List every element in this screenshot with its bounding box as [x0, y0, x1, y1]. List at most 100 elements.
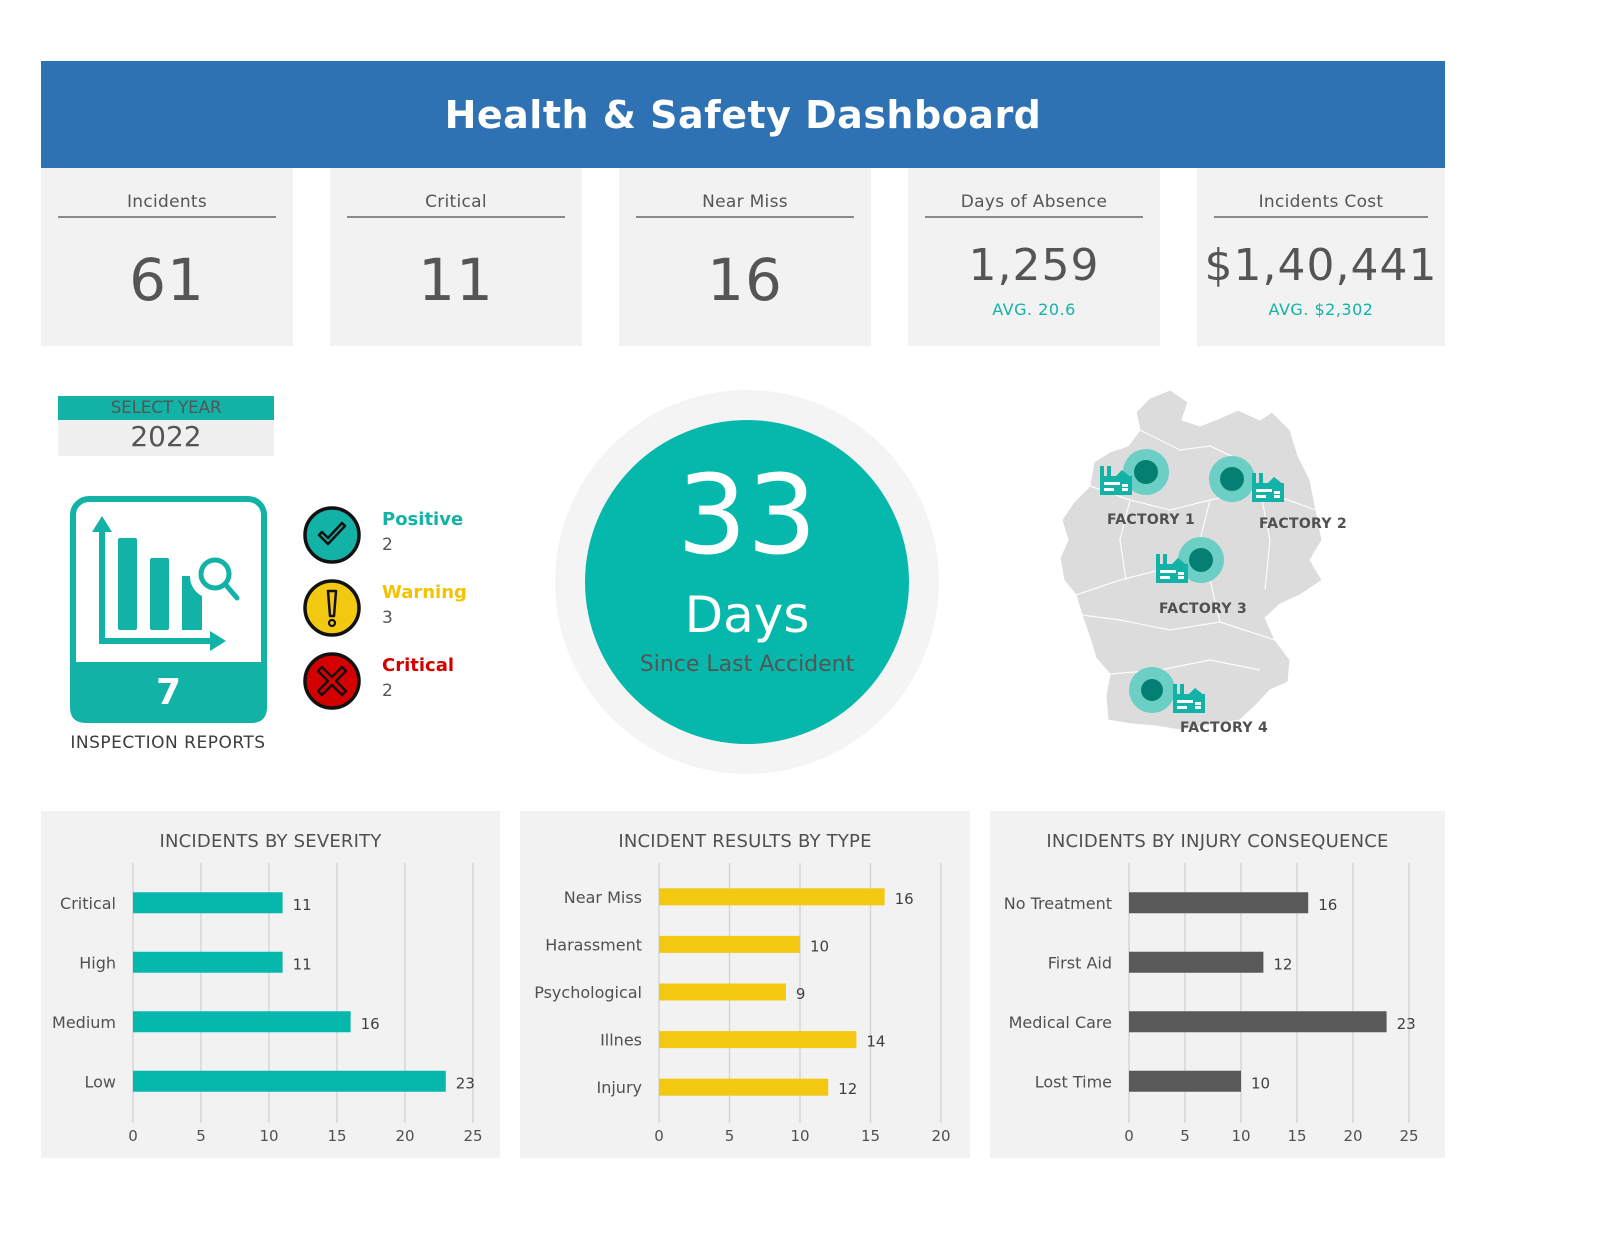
x-tick-label: 0	[1124, 1127, 1134, 1145]
kpi-value: $1,40,441	[1204, 240, 1438, 291]
data-label: 11	[293, 955, 312, 973]
exclamation-circle-icon	[303, 579, 361, 637]
x-tick-label: 10	[1231, 1127, 1250, 1145]
bar	[1129, 1011, 1387, 1033]
kpi-label: Critical	[347, 192, 565, 218]
status-name: Critical	[382, 655, 455, 676]
days-since-caption: Since Last Accident	[639, 652, 855, 677]
data-label: 12	[1273, 955, 1292, 973]
status-name: Warning	[382, 582, 467, 603]
x-tick-label: 20	[1343, 1127, 1362, 1145]
chart-type: 0 5 10 15 20 Near Miss 16 Harassment 10 Psycholog…	[534, 863, 951, 1145]
x-tick-label: 20	[395, 1127, 414, 1145]
x-tick-label: 5	[196, 1127, 206, 1145]
status-name: Positive	[382, 509, 464, 530]
bar	[1129, 1070, 1241, 1092]
chart-severity: 0 5 10 15 20 25 Critical 11 High 11 Medium 16 Low 23	[52, 863, 483, 1145]
category-label: Lost Time	[1035, 1072, 1112, 1091]
category-label: Injury	[597, 1078, 643, 1097]
kpi-card-critical: Critical 11	[330, 168, 582, 346]
inspection-count: 7	[155, 672, 182, 713]
x-tick-label: 10	[259, 1127, 278, 1145]
category-label: Medium	[52, 1013, 116, 1032]
kpi-label: Near Miss	[636, 192, 854, 218]
category-label: Psychological	[534, 983, 642, 1002]
chart-panel-type: INCIDENT RESULTS BY TYPE 0 5 10 15 20 Near Mi…	[520, 811, 970, 1158]
check-circle-icon	[303, 506, 361, 564]
data-label: 16	[1318, 896, 1337, 914]
kpi-label: Incidents	[58, 192, 276, 218]
x-tick-label: 5	[1180, 1127, 1190, 1145]
x-tick-label: 15	[327, 1127, 346, 1145]
x-tick-label: 5	[725, 1127, 735, 1145]
data-label: 11	[293, 896, 312, 914]
inspection-label: INSPECTION REPORTS	[70, 733, 266, 753]
data-label: 9	[796, 985, 806, 1003]
category-label: Illnes	[600, 1031, 642, 1050]
chart-panel-consequence: INCIDENTS BY INJURY CONSEQUENCE 0 5 10 15 20…	[990, 811, 1445, 1158]
data-label: 23	[456, 1074, 475, 1092]
bar	[659, 983, 786, 1001]
data-label: 10	[810, 937, 829, 955]
bar	[133, 951, 283, 973]
dashboard-header: Health & Safety Dashboard	[41, 61, 1445, 168]
chart-consequence: 0 5 10 15 20 25 No Treatment 16 First Aid 12 Medic…	[1004, 863, 1419, 1145]
kpi-card-days-of-absence: Days of Absence 1,259 AVG. 20.6	[908, 168, 1160, 346]
x-tick-label: 15	[1287, 1127, 1306, 1145]
kpi-card-incidents: Incidents 61	[41, 168, 293, 346]
kpi-card-incidents-cost: Incidents Cost $1,40,441 AVG. $2,302	[1197, 168, 1445, 346]
category-label: Critical	[60, 894, 116, 913]
chart-panel-severity: INCIDENTS BY SEVERITY 0 5 10 15 20 25 Critical…	[41, 811, 500, 1158]
x-tick-label: 0	[654, 1127, 664, 1145]
x-tick-label: 15	[861, 1127, 880, 1145]
status-count: 2	[382, 681, 393, 701]
kpi-value: 61	[129, 246, 205, 314]
x-circle-icon	[303, 652, 361, 710]
days-since-unit: Days	[684, 586, 810, 644]
factory-label-2: FACTORY 2	[1259, 516, 1347, 532]
x-tick-label: 0	[128, 1127, 138, 1145]
kpi-label: Incidents Cost	[1214, 192, 1428, 218]
x-tick-label: 20	[931, 1127, 950, 1145]
bar	[1129, 892, 1309, 914]
year-selector[interactable]: SELECT YEAR 2022	[58, 396, 274, 456]
bar	[133, 1011, 351, 1033]
bar	[659, 888, 885, 906]
germany-map	[1060, 390, 1323, 731]
category-label: No Treatment	[1004, 894, 1112, 913]
bar	[133, 1070, 446, 1092]
factory-label-1: FACTORY 1	[1107, 512, 1195, 528]
days-since-number: 33	[677, 451, 817, 579]
category-label: Low	[84, 1072, 116, 1091]
kpi-card-near-miss: Near Miss 16	[619, 168, 871, 346]
category-label: Near Miss	[564, 888, 642, 907]
data-label: 14	[866, 1033, 885, 1051]
bar	[659, 1078, 829, 1096]
year-selector-label: SELECT YEAR	[58, 396, 274, 420]
bar	[659, 1031, 857, 1049]
data-label: 23	[1397, 1015, 1416, 1033]
kpi-value: 16	[707, 246, 783, 314]
factory-label-3: FACTORY 3	[1159, 601, 1247, 617]
kpi-value: 11	[418, 246, 494, 314]
status-count: 3	[382, 608, 393, 628]
x-tick-label: 10	[790, 1127, 809, 1145]
status-positive: Positive 2	[302, 505, 502, 567]
kpi-average: AVG. $2,302	[1268, 300, 1374, 319]
bar	[133, 892, 283, 914]
x-tick-label: 25	[1399, 1127, 1418, 1145]
data-label: 12	[838, 1080, 857, 1098]
status-critical: Critical 2	[302, 651, 502, 713]
year-selector-value[interactable]: 2022	[58, 420, 274, 454]
kpi-value: 1,259	[968, 240, 1100, 291]
bar	[1129, 951, 1264, 973]
bar	[659, 935, 800, 953]
category-label: High	[79, 953, 116, 972]
category-label: First Aid	[1048, 953, 1112, 972]
kpi-average: AVG. 20.6	[992, 300, 1076, 319]
data-label: 10	[1251, 1074, 1270, 1092]
category-label: Harassment	[545, 935, 642, 954]
category-label: Medical Care	[1009, 1013, 1112, 1032]
status-warning: Warning 3	[302, 578, 502, 640]
kpi-label: Days of Absence	[925, 192, 1143, 218]
